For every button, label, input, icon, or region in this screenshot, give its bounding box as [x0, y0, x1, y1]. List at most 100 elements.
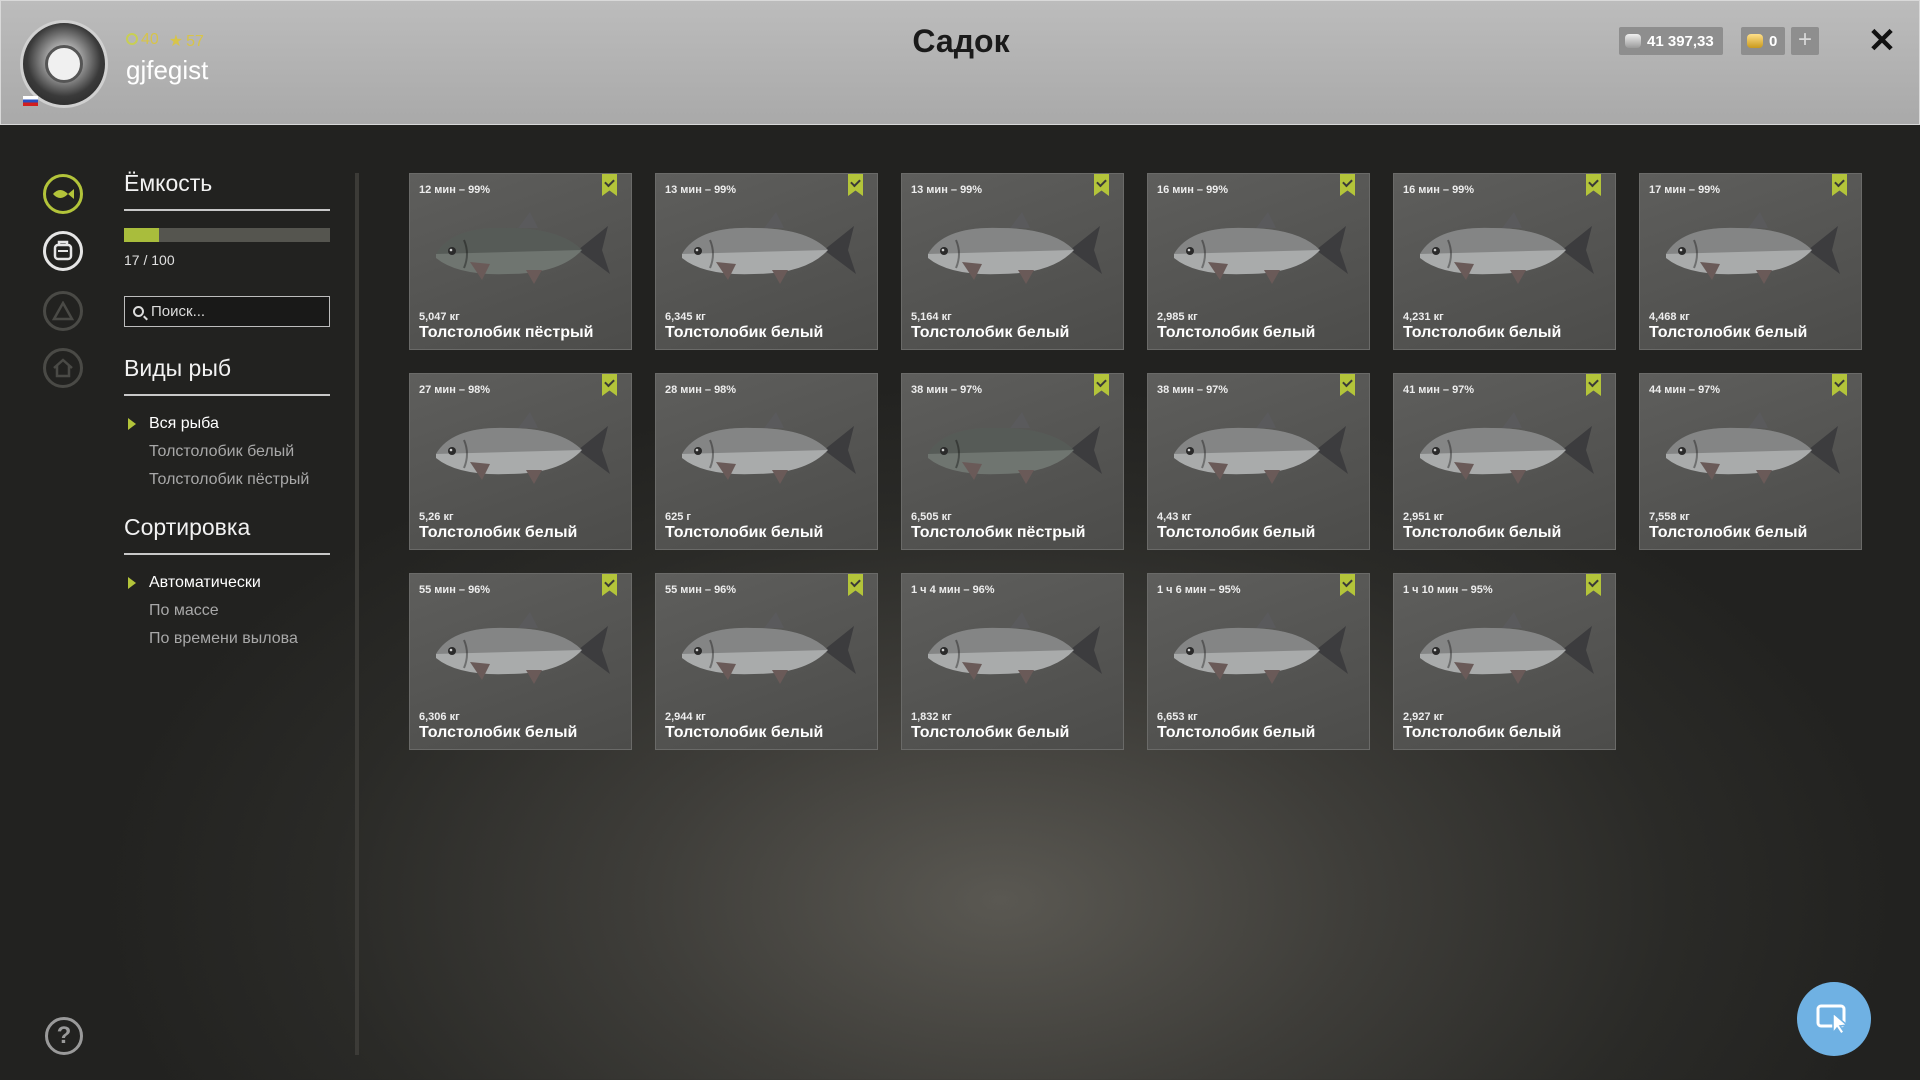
fish-card[interactable]: 1 ч 6 мин – 95% 6,653 кг Толстолобик бел… — [1147, 573, 1370, 750]
bookmark-icon[interactable] — [1586, 374, 1601, 396]
fish-image — [1420, 412, 1594, 484]
species-option-all[interactable]: Вся рыба — [124, 410, 330, 438]
keepnet-icon[interactable] — [43, 231, 83, 271]
bookmark-icon[interactable] — [1832, 174, 1847, 196]
fish-weight: 2,944 кг — [665, 711, 706, 723]
bookmark-icon[interactable] — [602, 374, 617, 396]
fish-card[interactable]: 16 мин – 99% 4,231 кг Толстолобик белый — [1393, 173, 1616, 350]
fish-weight: 1,832 кг — [911, 711, 952, 723]
bookmark-icon[interactable] — [1094, 174, 1109, 196]
fish-weight: 2,951 кг — [1403, 511, 1444, 523]
capacity-text: 17 / 100 — [124, 252, 175, 268]
fish-catch-time: 41 мин – 97% — [1403, 384, 1475, 396]
fish-icon[interactable] — [43, 174, 83, 214]
country-flag-icon — [23, 96, 38, 106]
bookmark-icon[interactable] — [1340, 374, 1355, 396]
search-box[interactable] — [124, 296, 330, 327]
fish-catch-time: 55 мин – 96% — [665, 584, 737, 596]
species-title: Виды рыб — [124, 355, 330, 396]
fish-card[interactable]: 55 мин – 96% 6,306 кг Толстолобик белый — [409, 573, 632, 750]
fish-image — [436, 212, 610, 284]
fish-weight: 4,43 кг — [1157, 511, 1192, 523]
fish-name: Толстолобик белый — [1649, 524, 1808, 541]
triangle-icon[interactable] — [43, 291, 83, 331]
fish-card[interactable]: 1 ч 4 мин – 96% 1,832 кг Толстолобик бел… — [901, 573, 1124, 750]
fish-card[interactable]: 16 мин – 99% 2,985 кг Толстолобик белый — [1147, 173, 1370, 350]
fish-name: Толстолобик белый — [665, 524, 824, 541]
sort-option-time[interactable]: По времени вылова — [124, 625, 330, 653]
fish-catch-time: 27 мин – 98% — [419, 384, 491, 396]
fish-card[interactable]: 13 мин – 99% 6,345 кг Толстолобик белый — [655, 173, 878, 350]
silver-amount: 41 397,33 — [1647, 32, 1714, 50]
fish-card[interactable]: 17 мин – 99% 4,468 кг Толстолобик белый — [1639, 173, 1862, 350]
bookmark-icon[interactable] — [848, 174, 863, 196]
close-button[interactable]: ✕ — [1864, 23, 1900, 59]
fish-card[interactable]: 38 мин – 97% 6,505 кг Толстолобик пёстры… — [901, 373, 1124, 550]
fish-image — [1420, 612, 1594, 684]
fish-name: Толстолобик белый — [1403, 324, 1562, 341]
fish-card[interactable]: 44 мин – 97% 7,558 кг Толстолобик белый — [1639, 373, 1862, 550]
add-currency-button[interactable]: + — [1791, 27, 1819, 55]
silver-balance: 41 397,33 — [1619, 27, 1723, 55]
fish-card[interactable]: 55 мин – 96% 2,944 кг Толстолобик белый — [655, 573, 878, 750]
fish-card[interactable]: 28 мин – 98% 625 г Толстолобик белый — [655, 373, 878, 550]
fish-name: Толстолобик пёстрый — [419, 324, 594, 341]
fish-card[interactable]: 27 мин – 98% 5,26 кг Толстолобик белый — [409, 373, 632, 550]
bookmark-icon[interactable] — [1832, 374, 1847, 396]
fish-image — [682, 612, 856, 684]
fish-weight: 5,047 кг — [419, 311, 460, 323]
gold-amount: 0 — [1769, 32, 1778, 50]
fish-name: Толстолобик белый — [1157, 524, 1316, 541]
fish-card[interactable]: 13 мин – 99% 5,164 кг Толстолобик белый — [901, 173, 1124, 350]
gold-balance: 0 — [1741, 27, 1785, 55]
fish-weight: 4,468 кг — [1649, 311, 1690, 323]
fish-catch-time: 17 мин – 99% — [1649, 184, 1721, 196]
bookmark-icon[interactable] — [1094, 374, 1109, 396]
bookmark-icon[interactable] — [1340, 574, 1355, 596]
fish-weight: 6,306 кг — [419, 711, 460, 723]
fish-catch-time: 38 мин – 97% — [911, 384, 983, 396]
fish-weight: 4,231 кг — [1403, 311, 1444, 323]
fish-weight: 2,927 кг — [1403, 711, 1444, 723]
fish-name: Толстолобик пёстрый — [911, 524, 1086, 541]
fish-name: Толстолобик белый — [665, 324, 824, 341]
fish-grid: 12 мин – 99% 5,047 кг Толстолобик пёстры… — [409, 173, 1864, 750]
fish-card[interactable]: 1 ч 10 мин – 95% 2,927 кг Толстолобик бе… — [1393, 573, 1616, 750]
fish-card[interactable]: 12 мин – 99% 5,047 кг Толстолобик пёстры… — [409, 173, 632, 350]
sort-option-weight[interactable]: По массе — [124, 597, 330, 625]
cursor-icon — [1816, 1004, 1849, 1035]
fish-catch-time: 44 мин – 97% — [1649, 384, 1721, 396]
species-list: Вся рыба Толстолобик белый Толстолобик п… — [124, 410, 330, 494]
fish-card[interactable]: 38 мин – 97% 4,43 кг Толстолобик белый — [1147, 373, 1370, 550]
bookmark-icon[interactable] — [1586, 174, 1601, 196]
search-input[interactable] — [151, 303, 321, 320]
cursor-mode-button[interactable] — [1797, 982, 1871, 1056]
bookmark-icon[interactable] — [1586, 574, 1601, 596]
fish-name: Толстолобик белый — [665, 724, 824, 741]
fish-image — [682, 212, 856, 284]
bookmark-icon[interactable] — [848, 574, 863, 596]
bookmark-icon[interactable] — [1340, 174, 1355, 196]
fish-image — [436, 412, 610, 484]
fish-name: Толстолобик белый — [1157, 724, 1316, 741]
search-icon — [133, 306, 144, 317]
species-option-spotted[interactable]: Толстолобик пёстрый — [124, 466, 330, 494]
species-option-white[interactable]: Толстолобик белый — [124, 438, 330, 466]
fish-image — [1174, 412, 1348, 484]
fish-image — [1174, 612, 1348, 684]
fish-catch-time: 16 мин – 99% — [1157, 184, 1229, 196]
fish-image — [928, 612, 1102, 684]
sort-option-auto[interactable]: Автоматически — [124, 569, 330, 597]
home-icon[interactable] — [43, 348, 83, 388]
fish-weight: 6,345 кг — [665, 311, 706, 323]
fish-image — [436, 612, 610, 684]
bookmark-icon[interactable] — [602, 174, 617, 196]
fish-weight: 6,505 кг — [911, 511, 952, 523]
fish-name: Толстолобик белый — [419, 524, 578, 541]
fish-card[interactable]: 41 мин – 97% 2,951 кг Толстолобик белый — [1393, 373, 1616, 550]
fish-image — [1420, 212, 1594, 284]
help-icon[interactable]: ? — [45, 1017, 83, 1055]
fish-catch-time: 13 мин – 99% — [911, 184, 983, 196]
fish-weight: 625 г — [665, 511, 691, 523]
bookmark-icon[interactable] — [602, 574, 617, 596]
